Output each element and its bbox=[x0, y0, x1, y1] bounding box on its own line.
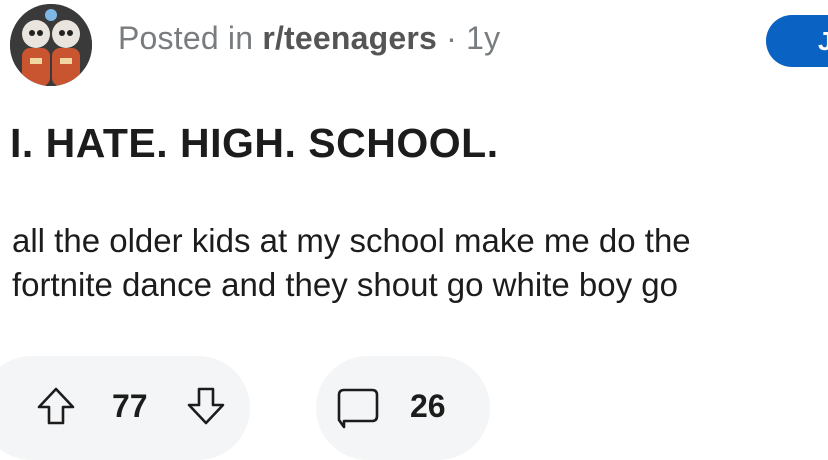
post-title[interactable]: I. HATE. HIGH. SCHOOL. bbox=[10, 120, 499, 167]
post-header: Posted in r/teenagers · 1y J bbox=[0, 0, 828, 90]
subreddit-avatar[interactable] bbox=[10, 4, 92, 86]
upvote-arrow-icon[interactable] bbox=[36, 386, 76, 426]
upvote-count: 77 bbox=[112, 388, 148, 424]
meta-prefix: Posted in bbox=[118, 20, 263, 56]
post-meta: Posted in r/teenagers · 1y bbox=[118, 20, 500, 57]
post-age: · 1y bbox=[437, 20, 501, 56]
post-body-line: all the older kids at my school make me … bbox=[12, 222, 691, 259]
comment-count: 26 bbox=[410, 388, 446, 424]
subreddit-link[interactable]: r/teenagers bbox=[262, 20, 437, 56]
downvote-arrow-icon[interactable] bbox=[186, 386, 226, 426]
join-button[interactable]: J bbox=[766, 15, 828, 67]
avatar-art-icon bbox=[10, 4, 92, 86]
comment-bubble-icon bbox=[337, 388, 379, 429]
post-body-line: fortnite dance and they shout go white b… bbox=[12, 266, 678, 303]
post-body: all the older kids at my school make me … bbox=[12, 219, 822, 307]
